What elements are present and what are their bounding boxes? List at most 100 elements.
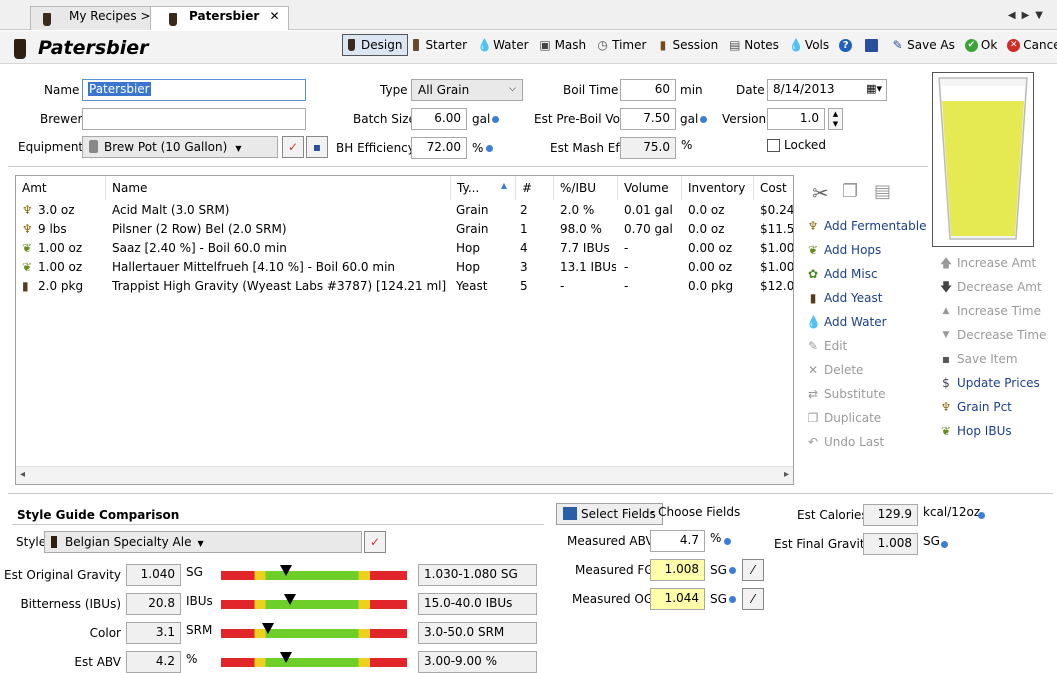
vols-button[interactable]: 💧 Vols (784, 34, 834, 56)
col-header-volume[interactable]: Volume (618, 176, 682, 200)
edit-equipment-icon[interactable]: ✓ (282, 136, 304, 158)
info-dot-icon[interactable] (492, 116, 499, 123)
close-icon[interactable]: ✕ (269, 9, 279, 23)
type-select[interactable]: All Grain ⌵ (411, 79, 523, 101)
copy-icon[interactable]: ❐ (842, 181, 858, 202)
batch-size-input[interactable]: 6.00 (411, 108, 467, 130)
table-row[interactable]: ❦ 1.00 oz Hallertauer Mittelfrueh [4.10 %]… (16, 258, 793, 277)
col-header-name[interactable]: Name (106, 176, 451, 200)
version-input[interactable]: 1.0 (767, 108, 825, 130)
name-input[interactable]: Patersbier (82, 79, 306, 101)
save-disk-icon: ▪ (941, 352, 951, 366)
boil-time-input[interactable]: 60 (620, 79, 676, 101)
add-yeast-button[interactable]: ▮ Add Yeast (806, 291, 883, 305)
save-as-button[interactable]: ✎ Save As (886, 34, 960, 56)
style-row-label: Est Original Gravity (4, 568, 121, 582)
stepper-up-icon[interactable]: ▲ (833, 110, 838, 118)
cell-cost: $1.00 (760, 260, 794, 274)
tab-navigation: ◀▶▼ (1008, 10, 1049, 21)
info-dot-icon[interactable] (941, 541, 948, 548)
edit-button[interactable]: ✎ Edit (806, 339, 847, 353)
decrease-time-button[interactable]: ▼ Decrease Time (939, 328, 1047, 342)
pre-boil-vol-input[interactable]: 7.50 (620, 108, 676, 130)
add-fermentable-button[interactable]: ♆ Add Fermentable (806, 219, 927, 233)
col-header-cost[interactable]: Cost (754, 176, 793, 200)
horizontal-scrollbar[interactable]: ◂ ▸ (16, 466, 793, 484)
table-row[interactable]: ❦ 1.00 oz Saaz [2.40 %] - Boil 60.0 min Hop… (16, 239, 793, 258)
edit-style-icon[interactable]: ✓ (364, 531, 386, 553)
notes-button[interactable]: ▤ Notes (723, 34, 784, 56)
col-header-num[interactable]: # (516, 176, 554, 200)
mash-button[interactable]: ▣ Mash (534, 34, 592, 56)
hydrometer-fg-icon[interactable]: ⁄ (742, 559, 764, 581)
scroll-left-icon[interactable]: ◂ (20, 469, 25, 480)
locked-checkbox[interactable] (767, 139, 780, 152)
scroll-right-icon[interactable]: ▸ (784, 469, 789, 480)
cancel-button[interactable]: ✕Cancel (1002, 34, 1057, 56)
cut-icon[interactable]: ✂ (812, 181, 829, 205)
version-stepper[interactable]: ▲ ▼ (828, 108, 843, 130)
timer-button[interactable]: ◷ Timer (591, 34, 651, 56)
style-select[interactable]: Belgian Specialty Ale ▼ (44, 531, 362, 553)
add-water-button[interactable]: 💧 Add Water (806, 315, 887, 329)
measured-abv-input[interactable]: 4.7 (650, 530, 705, 552)
est-calories-value: 129.9 (863, 504, 918, 526)
ok-button[interactable]: ✔ Ok (960, 34, 1002, 56)
water-button[interactable]: 💧 Water (472, 34, 533, 56)
starter-button[interactable]: Starter (408, 34, 472, 56)
info-dot-icon[interactable] (729, 567, 736, 574)
col-header-amt[interactable]: Amt (16, 176, 106, 200)
table-row[interactable]: ▮ 2.0 pkg Trappist High Gravity (Wyeast La… (16, 277, 793, 296)
measured-og-input[interactable]: 1.044 (650, 588, 705, 610)
hop-ibus-button[interactable]: ❦ Hop IBUs (939, 424, 1012, 438)
hop-icon: ❦ (940, 424, 952, 438)
equipment-select[interactable]: Brew Pot (10 Gallon) ▼ (82, 136, 278, 158)
info-dot-icon[interactable] (486, 145, 493, 152)
info-dot-icon[interactable] (729, 596, 736, 603)
design-button[interactable]: Design (342, 34, 409, 56)
save-equipment-icon[interactable]: ▪ (306, 136, 328, 158)
prev-tab-icon[interactable]: ◀ (1008, 10, 1022, 21)
substitute-button[interactable]: ⇄ Substitute (806, 387, 886, 401)
save-button[interactable] (860, 34, 886, 56)
col-header-type[interactable]: Ty... ▲ (451, 176, 516, 200)
hydrometer-og-icon[interactable]: ⁄ (742, 588, 764, 610)
table-row[interactable]: ♆ 3.0 oz Acid Malt (3.0 SRM) Grain 2 2.0 % 0.0… (16, 201, 793, 220)
delete-button[interactable]: ✕ Delete (806, 363, 863, 377)
select-fields-button[interactable]: Select Fields (556, 503, 663, 525)
grain-icon: ♆ (22, 203, 33, 217)
tab-menu-icon[interactable]: ▼ (1035, 10, 1049, 21)
update-prices-button[interactable]: $ Update Prices (939, 376, 1040, 390)
table-row[interactable]: ♆ 9 lbs Pilsner (2 Row) Bel (2.0 SRM) Grain… (16, 220, 793, 239)
sort-asc-icon: ▲ (500, 181, 507, 190)
next-tab-icon[interactable]: ▶ (1022, 10, 1036, 21)
increase-amt-button[interactable]: 🡅 Increase Amt (939, 256, 1036, 270)
increase-time-button[interactable]: ▲ Increase Time (939, 304, 1041, 318)
calendar-icon[interactable]: ▦▾ (866, 82, 882, 95)
brewer-input[interactable] (82, 108, 306, 130)
decrease-time-label: Decrease Time (957, 328, 1047, 342)
decrease-amt-button[interactable]: 🡇 Decrease Amt (939, 280, 1042, 294)
cell-inv: 0.0 oz (688, 203, 725, 217)
info-dot-icon[interactable] (700, 116, 707, 123)
date-input[interactable]: 8/14/2013 ▦▾ (767, 79, 887, 101)
add-misc-button[interactable]: ✿ Add Misc (806, 267, 878, 281)
info-dot-icon[interactable] (978, 512, 985, 519)
tab-patersbier[interactable]: Patersbier ✕ (150, 6, 289, 30)
help-button[interactable]: ? (834, 34, 860, 56)
paste-icon[interactable]: ▤ (874, 181, 891, 202)
ok-check-icon: ✔ (964, 38, 978, 52)
session-button[interactable]: ▮ Session (651, 34, 723, 56)
bh-efficiency-input[interactable]: 72.00 (411, 137, 467, 159)
grain-pct-button[interactable]: ♆ Grain Pct (939, 400, 1012, 414)
info-dot-icon[interactable] (724, 538, 731, 545)
stepper-down-icon[interactable]: ▼ (833, 120, 838, 128)
add-hops-button[interactable]: ❦ Add Hops (806, 243, 881, 257)
save-item-button[interactable]: ▪ Save Item (939, 352, 1018, 366)
duplicate-button[interactable]: ❐ Duplicate (806, 411, 882, 425)
measured-fg-input[interactable]: 1.008 (650, 559, 705, 581)
col-header-pct-ibu[interactable]: %/IBU (554, 176, 618, 200)
col-header-inventory[interactable]: Inventory (682, 176, 754, 200)
yeast-vial-icon: ▮ (809, 291, 817, 305)
undo-last-button[interactable]: ↶ Undo Last (806, 435, 884, 449)
